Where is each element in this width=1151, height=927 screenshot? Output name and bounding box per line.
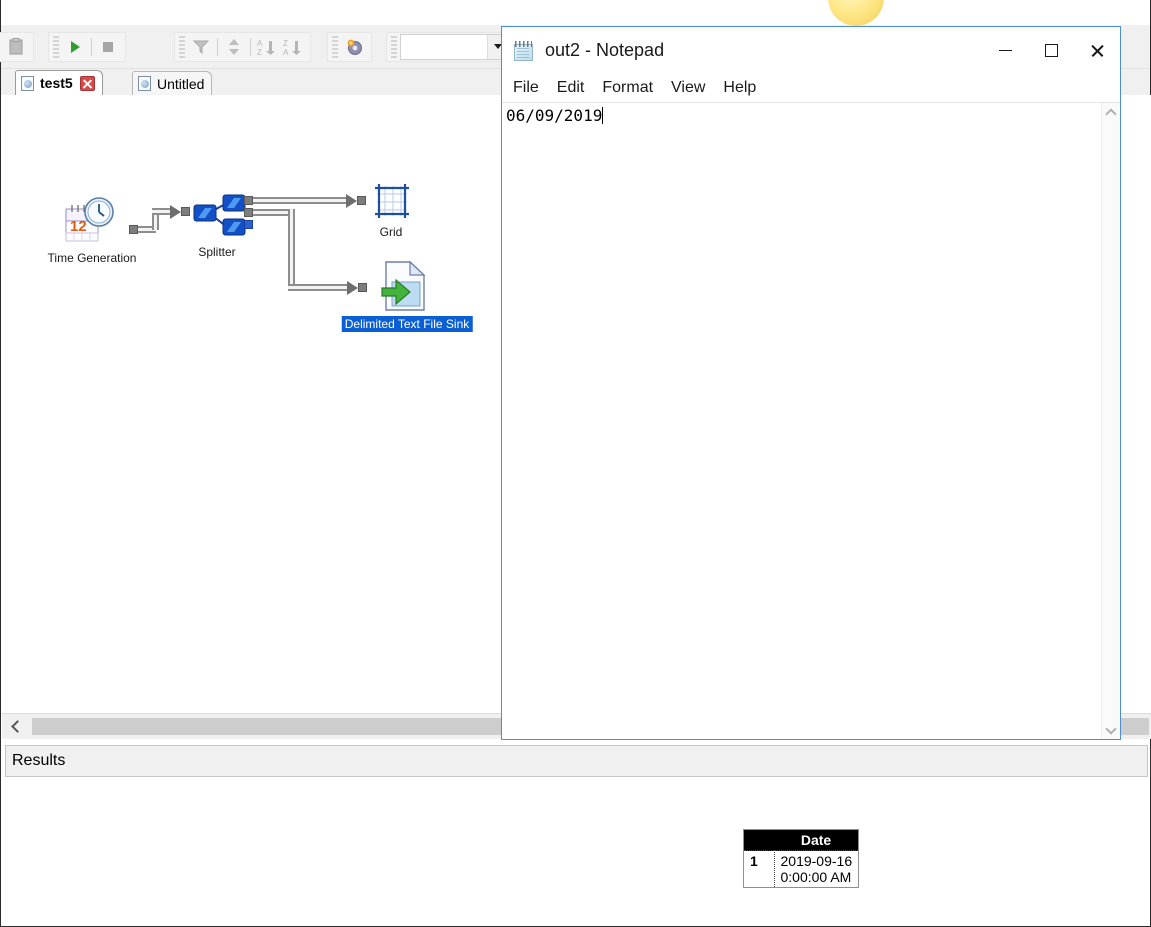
toolbar-group-execution: [48, 31, 126, 62]
close-icon[interactable]: [79, 75, 95, 91]
toolbar-combo-one-value[interactable]: [401, 34, 487, 59]
port-input-splitter[interactable]: [181, 207, 190, 216]
tab-label: test5: [40, 75, 73, 91]
toolbar-grip[interactable]: [53, 35, 59, 58]
run-icon[interactable]: [62, 34, 88, 60]
table-corner-header[interactable]: [744, 830, 774, 851]
port-output-splitter-3[interactable]: [244, 220, 253, 229]
connector-arrow: [170, 205, 181, 219]
table-header-row: Date: [744, 830, 859, 851]
table-row-index: 1: [744, 850, 774, 887]
document-icon: [138, 76, 151, 91]
table-row[interactable]: 1 2019-09-16 0:00:00 AM: [744, 850, 859, 887]
clipboard-icon[interactable]: [3, 34, 29, 60]
port-input-grid[interactable]: [357, 196, 366, 205]
notepad-text-area[interactable]: 06/09/2019: [502, 103, 1101, 739]
maximize-icon[interactable]: [1028, 27, 1074, 74]
svg-text:A: A: [283, 48, 289, 56]
table-header-date[interactable]: Date: [774, 830, 859, 851]
port-output-splitter-2[interactable]: [244, 208, 253, 217]
settings-icon[interactable]: [341, 34, 367, 60]
document-icon: [21, 75, 34, 91]
node-delimited-text-file-sink[interactable]: Delimited Text File Sink: [341, 260, 473, 332]
svg-text:Z: Z: [257, 48, 262, 56]
scroll-down-icon[interactable]: [1103, 721, 1120, 739]
notepad-body: 06/09/2019: [502, 102, 1120, 739]
port-output-splitter-1[interactable]: [244, 196, 253, 205]
toolbar-group-data: A Z Z A: [174, 31, 311, 62]
port-input-delimited-text-file-sink[interactable]: [358, 283, 367, 292]
connector-pipe: [288, 209, 295, 291]
svg-text:A: A: [257, 39, 263, 48]
stop-icon[interactable]: [95, 34, 121, 60]
svg-text:Z: Z: [283, 39, 288, 48]
minimize-icon[interactable]: [982, 27, 1028, 74]
port-output-time-generation[interactable]: [129, 225, 138, 234]
notepad-titlebar[interactable]: out2 - Notepad: [502, 27, 1120, 74]
connector-arrow: [346, 194, 357, 208]
text-caret: [602, 107, 604, 124]
node-label: Delimited Text File Sink: [341, 316, 473, 332]
notepad-menubar: File Edit Format View Help: [502, 74, 1120, 102]
toolbar-divider: [217, 37, 218, 56]
menu-edit[interactable]: Edit: [557, 79, 585, 97]
table-cell-date-line2: 0:00:00 AM: [780, 869, 852, 885]
toolbar-group-combo-one: [386, 31, 513, 62]
node-grid[interactable]: Grid: [371, 180, 413, 239]
menu-format[interactable]: Format: [602, 79, 653, 97]
tab-untitled[interactable]: Untitled: [132, 71, 213, 95]
toolbar-grip[interactable]: [332, 35, 338, 58]
notepad-window[interactable]: out2 - Notepad File Edit Format View Hel…: [501, 26, 1121, 740]
sort-az-icon[interactable]: A Z: [254, 34, 280, 60]
table-cell-date-line1: 2019-09-16: [780, 853, 853, 869]
toolbar-grip[interactable]: [179, 35, 185, 58]
toolbar-grip[interactable]: [391, 35, 397, 58]
toolbar-divider: [250, 37, 251, 56]
results-data-grid[interactable]: Date 1 2019-09-16 0:00:00 AM: [743, 829, 860, 888]
connector-pipe: [152, 208, 172, 215]
tab-test5[interactable]: test5: [15, 70, 103, 95]
tab-label: Untitled: [157, 75, 205, 92]
move-updown-icon[interactable]: [221, 34, 247, 60]
svg-text:12: 12: [70, 218, 87, 235]
scroll-left-icon[interactable]: [2, 714, 32, 740]
node-label: Time Generation: [47, 251, 137, 265]
window-controls: [982, 27, 1120, 74]
screenshot-root: A Z Z A test5 Untitled 12 Time Generatio…: [0, 0, 1151, 927]
toolbar-group-settings: [327, 31, 372, 62]
scroll-up-icon[interactable]: [1103, 103, 1120, 121]
sort-za-icon[interactable]: Z A: [280, 34, 306, 60]
results-panel-header[interactable]: Results: [5, 745, 1148, 777]
connector-pipe: [253, 197, 348, 204]
connector-arrow: [347, 281, 358, 295]
notepad-text-content: 06/09/2019: [506, 106, 603, 125]
results-title: Results: [12, 752, 66, 769]
notepad-icon: [513, 40, 535, 62]
connector-pipe: [288, 284, 350, 291]
filter-icon[interactable]: [188, 34, 214, 60]
menu-file[interactable]: File: [513, 79, 539, 97]
menu-help[interactable]: Help: [723, 79, 756, 97]
menu-view[interactable]: View: [671, 79, 705, 97]
node-label: Splitter: [198, 245, 236, 259]
toolbar-group-clipboard: [0, 31, 34, 62]
table-cell-date[interactable]: 2019-09-16 0:00:00 AM: [773, 850, 859, 887]
node-label: Grid: [379, 225, 403, 239]
window-top-strip: [1, 0, 1150, 25]
toolbar-divider: [91, 37, 92, 56]
notepad-vertical-scrollbar[interactable]: [1101, 103, 1120, 739]
close-icon[interactable]: [1074, 27, 1120, 74]
window-title: out2 - Notepad: [545, 40, 665, 60]
toolbar-combo-one[interactable]: [400, 33, 508, 60]
node-time-generation[interactable]: 12 Time Generation: [48, 195, 136, 265]
